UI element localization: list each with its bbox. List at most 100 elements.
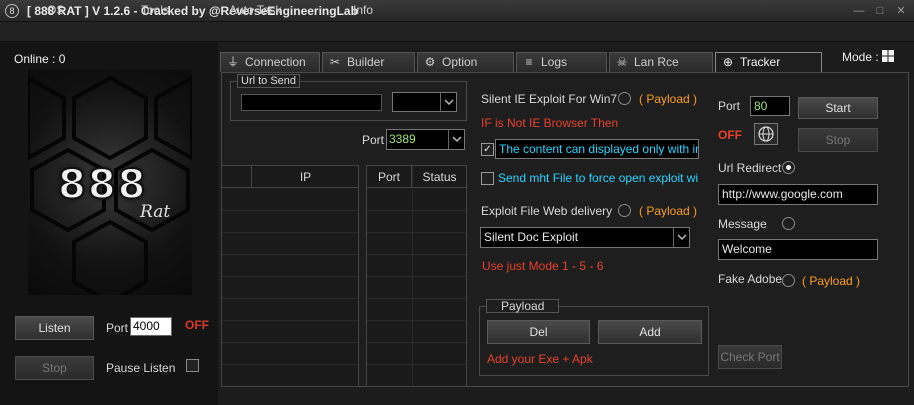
- grid-line: [367, 320, 466, 321]
- url-redirect-radio[interactable]: [782, 161, 795, 174]
- menu-tools[interactable]: Tools: [141, 3, 169, 17]
- logo-text: 888: [57, 161, 148, 209]
- mode-label: Mode :: [842, 50, 879, 64]
- grid-line: [367, 364, 466, 365]
- grid-line: [222, 254, 358, 255]
- silent-ie-radio[interactable]: [618, 92, 631, 105]
- menu-bar: [0, 22, 914, 42]
- message-input[interactable]: Welcome: [718, 239, 878, 260]
- right-port-label: Port: [718, 99, 741, 113]
- logo-subtext: Rat: [140, 202, 171, 222]
- tab-logs[interactable]: ≡ Logs: [516, 52, 607, 72]
- grid-line: [222, 298, 358, 299]
- fake-adobe-label: Fake Adobe: [718, 272, 783, 286]
- globe-icon: ⊕: [722, 55, 734, 69]
- tab-label: Logs: [541, 55, 568, 69]
- tab-option[interactable]: ⚙ Option: [417, 52, 514, 72]
- port-status-table[interactable]: Port Status: [366, 165, 467, 387]
- maximize-icon[interactable]: □: [873, 4, 887, 18]
- exploit-web-radio[interactable]: [618, 204, 631, 217]
- globe-icon: [758, 126, 774, 142]
- url-redirect-input[interactable]: http://www.google.com: [718, 184, 878, 205]
- menu-auto-task[interactable]: Auto Task: [229, 3, 281, 17]
- listen-port-input[interactable]: 4000: [130, 317, 172, 336]
- content-display-checkbox[interactable]: ✓: [481, 143, 494, 156]
- exploit-select[interactable]: Silent Doc Exploit: [480, 227, 690, 248]
- minimize-icon[interactable]: —: [852, 4, 866, 18]
- tracker-status-badge: OFF: [718, 128, 742, 142]
- check-port-button[interactable]: Check Port: [718, 345, 782, 369]
- ip-table[interactable]: IP: [221, 165, 359, 387]
- pause-listen-label: Pause Listen: [106, 361, 176, 375]
- stop-listen-button[interactable]: Stop: [15, 356, 94, 380]
- grid-line: [367, 254, 466, 255]
- chevron-down-icon: [448, 130, 464, 149]
- exe-apk-note: Add your Exe + Apk: [487, 352, 593, 366]
- port-label: Port: [106, 321, 129, 335]
- tracker-port-label: Port: [362, 133, 385, 147]
- tracker-stop-button[interactable]: Stop: [798, 128, 878, 152]
- right-port-input[interactable]: 80: [750, 96, 790, 116]
- tools-icon: ✂: [329, 55, 341, 69]
- tab-label: Tracker: [740, 55, 781, 69]
- close-icon[interactable]: ✕: [894, 4, 908, 18]
- silent-ie-label: Silent IE Exploit For Win7: [481, 92, 618, 106]
- exploit-web-payload-tag: ( Payload ): [639, 204, 698, 218]
- app-icon: 8: [5, 4, 19, 18]
- tab-label: Lan Rce: [634, 55, 679, 69]
- tab-label: Builder: [347, 55, 385, 69]
- windows-logo-icon[interactable]: [882, 50, 894, 62]
- url-type-select[interactable]: [392, 92, 457, 112]
- tab-bar: ⏚ Connection ✂ Builder ⚙ Option ≡ Logs ☠ Lan …: [220, 52, 912, 73]
- globe-button[interactable]: [754, 123, 778, 145]
- column-header-port[interactable]: Port: [367, 166, 412, 188]
- exploit-select-value: Silent Doc Exploit: [484, 230, 579, 244]
- message-label: Message: [718, 217, 767, 231]
- tracker-port-value: 3389: [389, 132, 416, 146]
- grid-line: [367, 276, 466, 277]
- tab-builder[interactable]: ✂ Builder: [322, 52, 415, 72]
- app-logo: 888 Rat: [28, 70, 192, 295]
- column-header-ip[interactable]: IP: [252, 166, 359, 188]
- menu-os[interactable]: OS: [47, 3, 64, 17]
- plug-icon: ⏚: [226, 55, 239, 69]
- column-header[interactable]: [222, 166, 252, 188]
- send-mht-label[interactable]: Send mht File to force open exploit with…: [498, 171, 698, 185]
- tab-label: Option: [442, 55, 478, 69]
- content-display-input[interactable]: The content can displayed only with inte…: [495, 139, 699, 159]
- chevron-down-icon: [673, 228, 689, 247]
- url-to-send-legend: Url to Send: [237, 74, 301, 88]
- payload-legend: Payload: [486, 299, 560, 313]
- send-mht-checkbox[interactable]: [481, 172, 494, 185]
- tab-connection[interactable]: ⏚ Connection: [220, 52, 320, 72]
- grid-line: [222, 364, 358, 365]
- message-radio[interactable]: [782, 217, 795, 230]
- grid-line: [222, 320, 358, 321]
- start-button[interactable]: Start: [798, 97, 878, 119]
- url-to-send-input[interactable]: [241, 94, 382, 111]
- listen-button[interactable]: Listen: [15, 316, 94, 340]
- grid-line: [222, 342, 358, 343]
- tab-label: Connection: [245, 55, 306, 69]
- pause-listen-checkbox[interactable]: [186, 359, 199, 372]
- grid-line: [222, 210, 358, 211]
- grid-line: [367, 232, 466, 233]
- ie-note: IF is Not IE Browser Then: [481, 116, 619, 130]
- grid-line: [367, 298, 466, 299]
- mode-note: Use just Mode 1 - 5 - 6: [482, 259, 604, 273]
- fake-adobe-radio[interactable]: [782, 274, 795, 287]
- del-payload-button[interactable]: Del: [487, 320, 590, 344]
- window-title: [ 888 RAT ] V 1.2.6 - Cracked by @Revers…: [27, 4, 358, 18]
- database-icon: ≡: [525, 55, 533, 69]
- gear-icon: ⚙: [424, 55, 436, 69]
- tab-tracker[interactable]: ⊕ Tracker: [715, 52, 822, 73]
- column-header-status[interactable]: Status: [412, 166, 467, 188]
- add-payload-button[interactable]: Add: [598, 320, 702, 344]
- tab-lan-rce[interactable]: ☠ Lan Rce: [609, 52, 713, 72]
- grid-line: [222, 276, 358, 277]
- exploit-web-label: Exploit File Web delivery: [481, 204, 613, 218]
- chevron-down-icon: [440, 93, 456, 111]
- online-count: Online : 0: [14, 52, 66, 66]
- menu-info[interactable]: Info: [353, 3, 373, 17]
- tracker-port-select[interactable]: 3389: [386, 129, 465, 150]
